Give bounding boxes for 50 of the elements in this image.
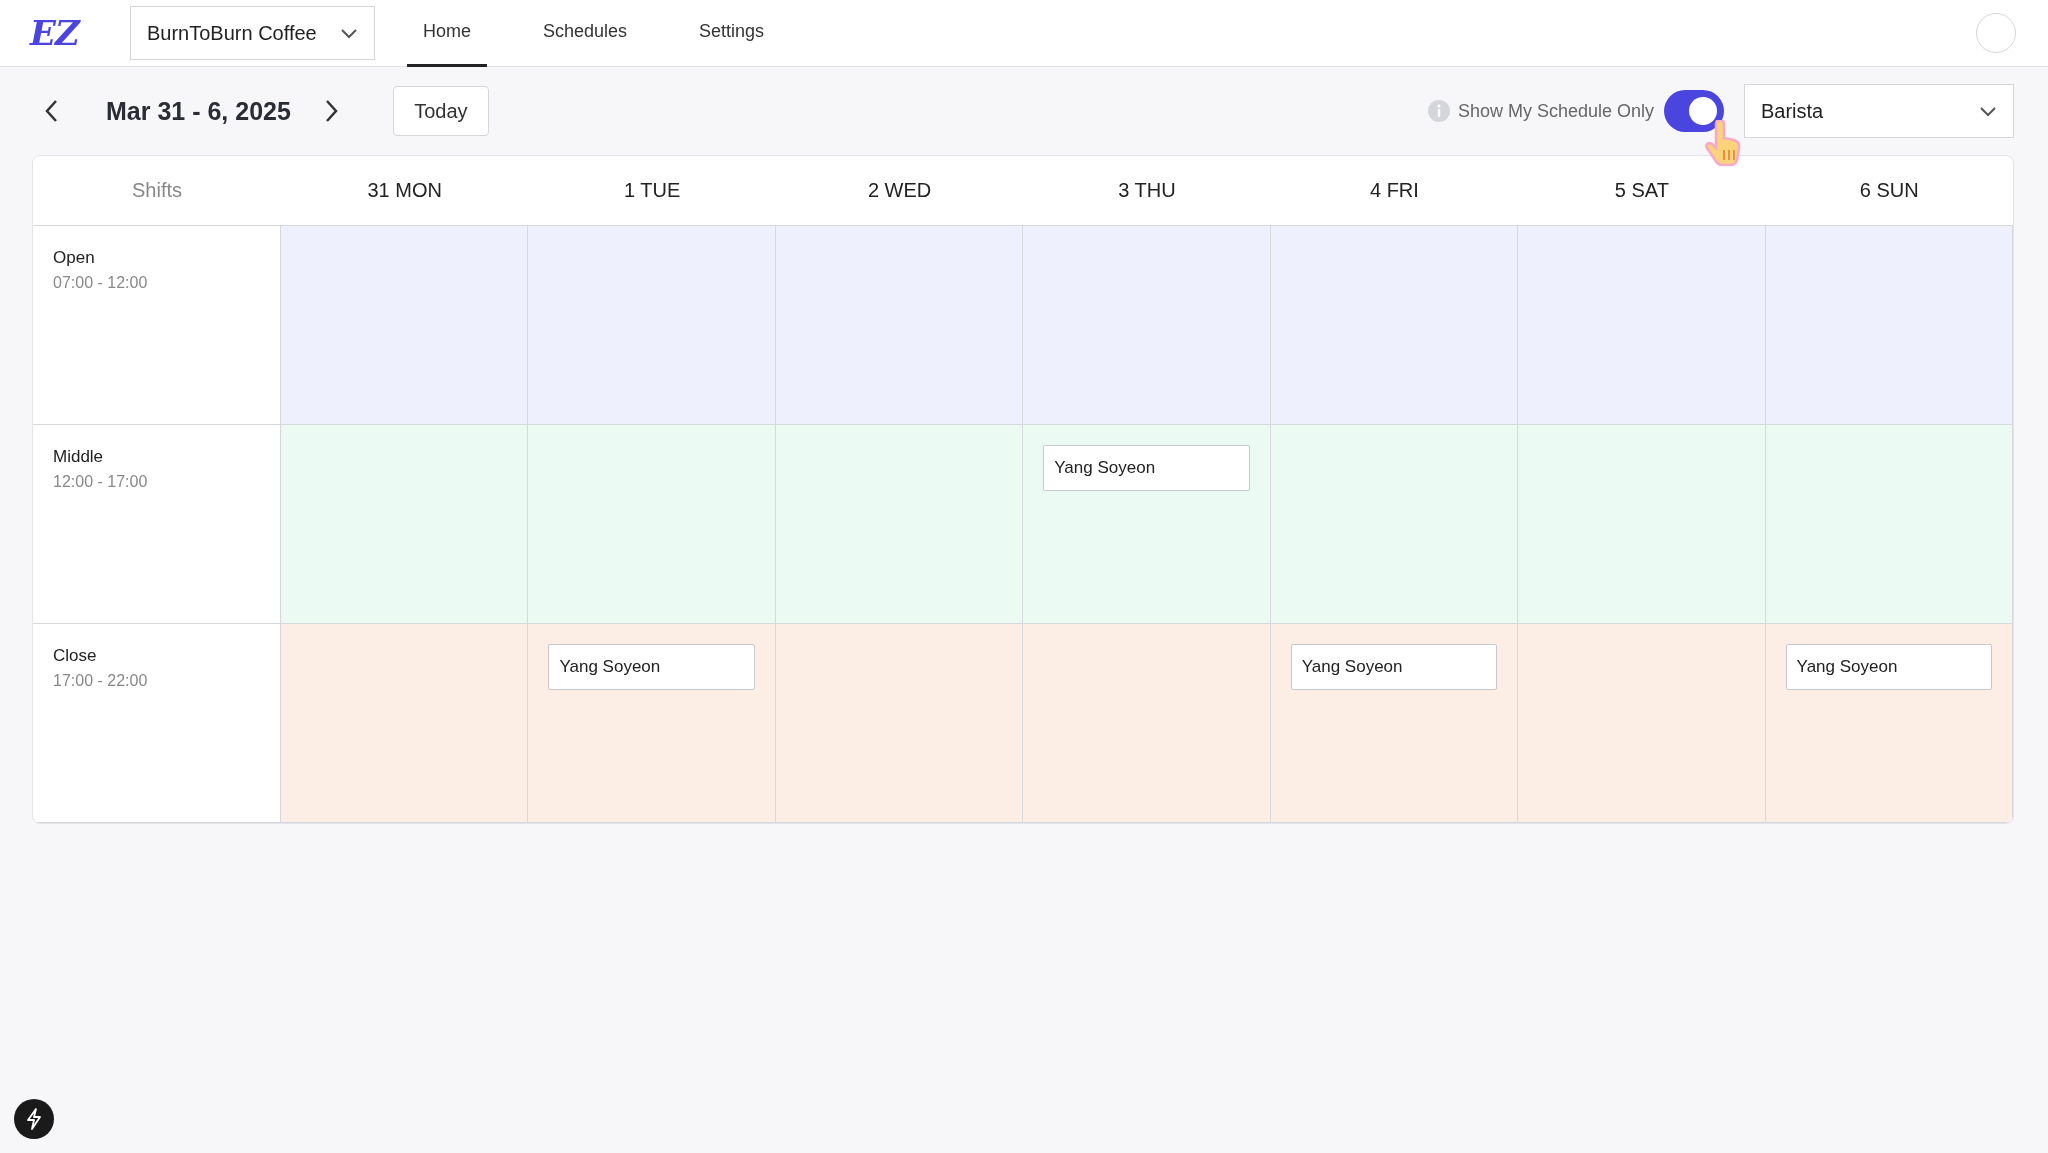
- toggle-label: Show My Schedule Only: [1457, 100, 1654, 122]
- chevron-down-icon: [1979, 105, 1997, 117]
- nav-tab[interactable]: Home: [407, 0, 487, 67]
- shift-cell[interactable]: [1023, 624, 1271, 823]
- shift-cell[interactable]: Yang Soyeon: [528, 624, 776, 823]
- info-icon: [1427, 100, 1450, 122]
- column-header: Shifts: [33, 156, 281, 226]
- shift-time: 07:00 - 12:00: [53, 274, 149, 292]
- shift-cell[interactable]: [281, 226, 529, 425]
- shift-cell[interactable]: [281, 425, 529, 624]
- today-button[interactable]: Today: [392, 86, 489, 136]
- shift-time: 12:00 - 17:00: [53, 473, 149, 491]
- nav-tab[interactable]: Schedules: [527, 0, 644, 67]
- nav-tab[interactable]: Settings: [683, 0, 781, 67]
- assignee-chip[interactable]: Yang Soyeon: [1043, 445, 1250, 491]
- chevron-left-icon: [44, 99, 58, 123]
- avatar[interactable]: [1976, 13, 2016, 53]
- shift-cell[interactable]: Yang Soyeon: [1765, 624, 2013, 823]
- shift-cell[interactable]: [1518, 226, 1766, 425]
- shift-name: Open: [53, 248, 96, 268]
- assignee-chip[interactable]: Yang Soyeon: [548, 644, 755, 690]
- shift-cell[interactable]: [775, 624, 1024, 823]
- role-dropdown[interactable]: Barista: [1744, 84, 2014, 138]
- shift-name: Close: [53, 646, 98, 666]
- shift-cell[interactable]: [1023, 226, 1271, 425]
- chevron-down-icon: [340, 27, 358, 39]
- shift-time: 17:00 - 22:00: [53, 672, 149, 690]
- store-dropdown[interactable]: BurnToBurn Coffee: [130, 6, 375, 60]
- shift-cell[interactable]: [1518, 425, 1766, 624]
- shift-cell[interactable]: [775, 226, 1024, 425]
- shift-cell[interactable]: [1270, 226, 1519, 425]
- assignee-chip[interactable]: Yang Soyeon: [1290, 644, 1498, 690]
- shift-name: Middle: [53, 447, 105, 467]
- shift-cell[interactable]: [1518, 624, 1766, 823]
- lightning-button[interactable]: [14, 1099, 54, 1139]
- lightning-icon: [24, 1107, 44, 1131]
- shift-cell[interactable]: [528, 425, 776, 624]
- shift-cell[interactable]: [1270, 425, 1519, 624]
- assignee-chip[interactable]: Yang Soyeon: [1785, 644, 1992, 690]
- shift-cell[interactable]: [528, 226, 776, 425]
- toggle-switch[interactable]: [1664, 90, 1724, 132]
- date-range: Mar 31 - 6, 2025: [106, 96, 291, 126]
- logo[interactable]: EZ: [30, 13, 96, 53]
- chevron-right-icon: [324, 99, 339, 123]
- shift-cell[interactable]: Yang Soyeon: [1270, 624, 1519, 823]
- shift-cell[interactable]: Yang Soyeon: [1023, 425, 1271, 624]
- shift-cell[interactable]: [281, 624, 529, 823]
- shift-cell[interactable]: [775, 425, 1024, 624]
- shift-cell[interactable]: [1765, 226, 2013, 425]
- shift-cell[interactable]: [1765, 425, 2013, 624]
